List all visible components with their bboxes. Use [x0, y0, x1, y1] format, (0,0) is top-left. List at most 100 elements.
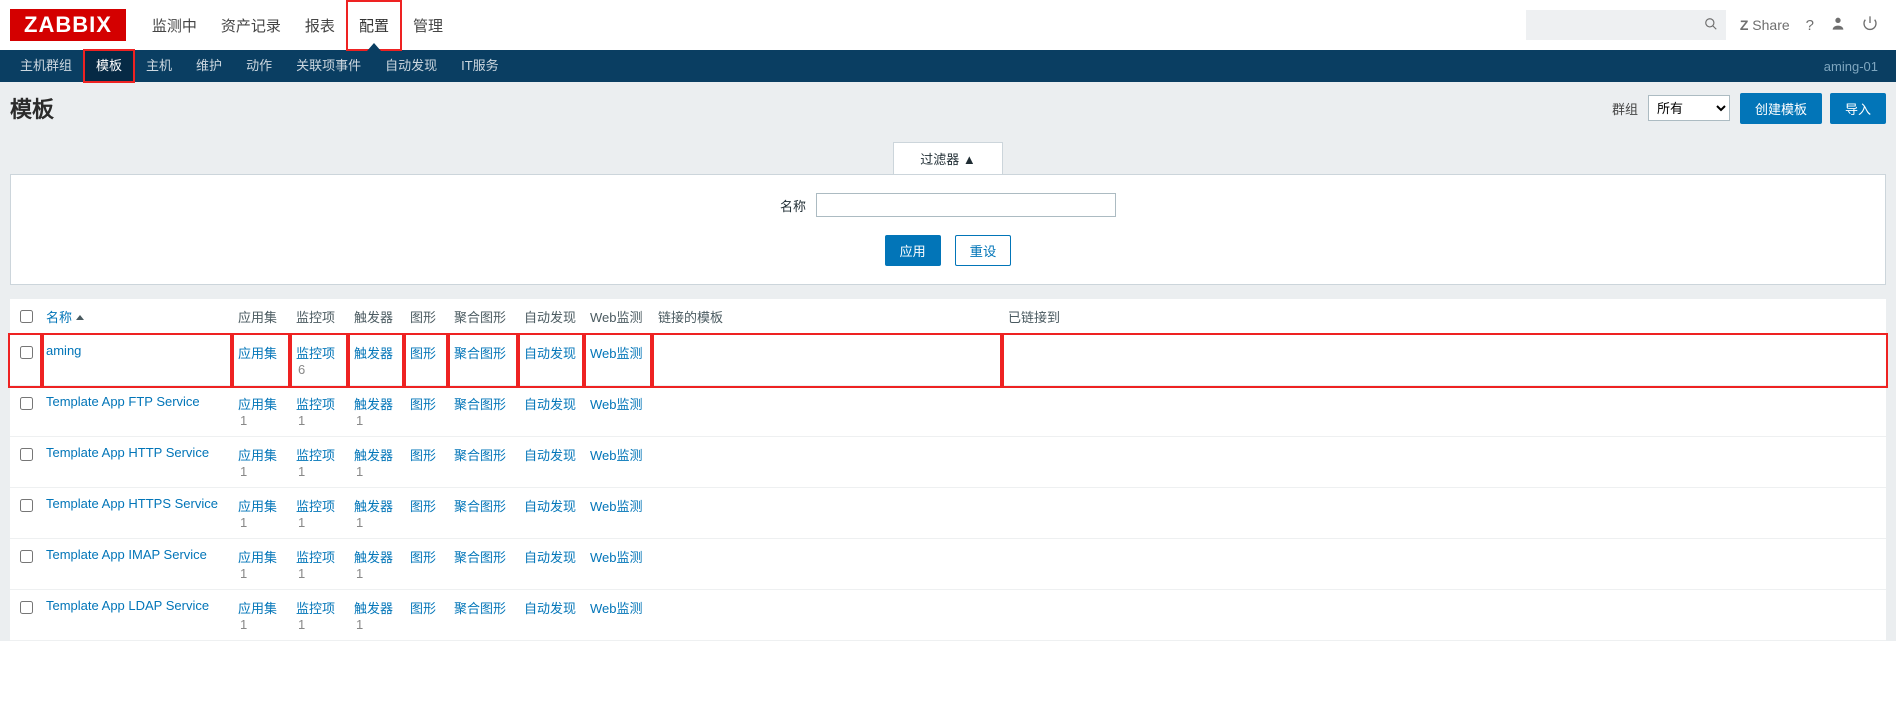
- web-link[interactable]: Web监测: [590, 346, 643, 361]
- web-link[interactable]: Web监测: [590, 499, 643, 514]
- subnav-item[interactable]: 主机群组: [8, 50, 84, 82]
- search-input[interactable]: [1523, 17, 1704, 34]
- col-name[interactable]: 名称: [46, 310, 84, 325]
- triggers-link[interactable]: 触发器: [354, 550, 393, 565]
- subnav-item[interactable]: IT服务: [449, 50, 511, 82]
- screens-link[interactable]: 聚合图形: [454, 397, 506, 412]
- web-link[interactable]: Web监测: [590, 601, 643, 616]
- row-checkbox[interactable]: [20, 499, 33, 512]
- import-button[interactable]: 导入: [1830, 93, 1886, 124]
- apps-link[interactable]: 应用集: [238, 550, 277, 565]
- top-nav: ZABBIX 监测中资产记录报表配置管理 Z Share ?: [0, 0, 1896, 50]
- group-select[interactable]: 所有: [1648, 95, 1730, 121]
- global-search[interactable]: [1526, 10, 1726, 40]
- apps-link[interactable]: 应用集: [238, 601, 277, 616]
- user-icon[interactable]: [1822, 15, 1854, 35]
- web-link[interactable]: Web监测: [590, 448, 643, 463]
- items-link[interactable]: 监控项: [296, 448, 335, 463]
- topnav-item[interactable]: 配置: [347, 1, 401, 50]
- subnav-item[interactable]: 动作: [234, 50, 284, 82]
- subnav-item[interactable]: 维护: [184, 50, 234, 82]
- filter-name-input[interactable]: [816, 193, 1116, 217]
- web-link[interactable]: Web监测: [590, 550, 643, 565]
- templates-table: 名称 应用集 监控项 触发器 图形 聚合图形 自动发现 Web监测 链接的模板 …: [10, 299, 1886, 641]
- screens-link[interactable]: 聚合图形: [454, 601, 506, 616]
- screens-link[interactable]: 聚合图形: [454, 448, 506, 463]
- col-apps: 应用集: [232, 299, 290, 335]
- col-web: Web监测: [584, 299, 652, 335]
- topnav-item[interactable]: 管理: [401, 1, 455, 50]
- row-checkbox[interactable]: [20, 550, 33, 563]
- items-link[interactable]: 监控项: [296, 346, 335, 361]
- topnav-item[interactable]: 资产记录: [209, 1, 293, 50]
- col-graphs: 图形: [404, 299, 448, 335]
- discovery-link[interactable]: 自动发现: [524, 397, 576, 412]
- table-row: Template App FTP Service应用集1监控项1触发器1图形聚合…: [10, 386, 1886, 437]
- filter-reset-button[interactable]: 重设: [955, 235, 1012, 266]
- power-icon[interactable]: [1854, 15, 1886, 35]
- apps-link[interactable]: 应用集: [238, 499, 277, 514]
- select-all-checkbox[interactable]: [20, 310, 33, 323]
- apps-link[interactable]: 应用集: [238, 346, 277, 361]
- table-row: Template App LDAP Service应用集1监控项1触发器1图形聚…: [10, 590, 1886, 641]
- topnav-item[interactable]: 报表: [293, 1, 347, 50]
- filter-apply-button[interactable]: 应用: [885, 235, 941, 266]
- discovery-link[interactable]: 自动发现: [524, 346, 576, 361]
- table-row: Template App IMAP Service应用集1监控项1触发器1图形聚…: [10, 539, 1886, 590]
- graphs-link[interactable]: 图形: [410, 499, 436, 514]
- search-icon[interactable]: [1704, 17, 1718, 34]
- share-link[interactable]: Z Share: [1740, 17, 1790, 33]
- table-header-row: 名称 应用集 监控项 触发器 图形 聚合图形 自动发现 Web监测 链接的模板 …: [10, 299, 1886, 335]
- template-name-link[interactable]: Template App HTTPS Service: [46, 496, 218, 511]
- row-checkbox[interactable]: [20, 346, 33, 359]
- group-filter-label: 群组: [1612, 99, 1638, 118]
- triggers-link[interactable]: 触发器: [354, 601, 393, 616]
- row-checkbox[interactable]: [20, 448, 33, 461]
- create-template-button[interactable]: 创建模板: [1740, 93, 1822, 124]
- items-link[interactable]: 监控项: [296, 550, 335, 565]
- apps-link[interactable]: 应用集: [238, 397, 277, 412]
- triggers-link[interactable]: 触发器: [354, 499, 393, 514]
- items-link[interactable]: 监控项: [296, 397, 335, 412]
- graphs-link[interactable]: 图形: [410, 346, 436, 361]
- subnav-item[interactable]: 主机: [134, 50, 184, 82]
- col-linked: 链接的模板: [652, 299, 1002, 335]
- template-name-link[interactable]: Template App HTTP Service: [46, 445, 209, 460]
- help-icon[interactable]: ?: [1798, 17, 1822, 34]
- template-name-link[interactable]: aming: [46, 343, 81, 358]
- graphs-link[interactable]: 图形: [410, 448, 436, 463]
- discovery-link[interactable]: 自动发现: [524, 601, 576, 616]
- web-link[interactable]: Web监测: [590, 397, 643, 412]
- col-triggers: 触发器: [348, 299, 404, 335]
- subnav-item[interactable]: 关联项事件: [284, 50, 373, 82]
- topnav-item[interactable]: 监测中: [140, 1, 209, 50]
- group-select-input[interactable]: 所有: [1649, 98, 1729, 119]
- screens-link[interactable]: 聚合图形: [454, 346, 506, 361]
- triggers-link[interactable]: 触发器: [354, 397, 393, 412]
- subnav-item[interactable]: 模板: [84, 50, 134, 82]
- filter-tab-row: 过滤器 ▲: [10, 138, 1886, 174]
- screens-link[interactable]: 聚合图形: [454, 550, 506, 565]
- filter-name-label: 名称: [780, 196, 806, 215]
- graphs-link[interactable]: 图形: [410, 550, 436, 565]
- triggers-link[interactable]: 触发器: [354, 346, 393, 361]
- items-link[interactable]: 监控项: [296, 601, 335, 616]
- discovery-link[interactable]: 自动发现: [524, 550, 576, 565]
- template-name-link[interactable]: Template App IMAP Service: [46, 547, 207, 562]
- apps-link[interactable]: 应用集: [238, 448, 277, 463]
- discovery-link[interactable]: 自动发现: [524, 448, 576, 463]
- template-name-link[interactable]: Template App LDAP Service: [46, 598, 209, 613]
- graphs-link[interactable]: 图形: [410, 397, 436, 412]
- row-checkbox[interactable]: [20, 397, 33, 410]
- triggers-link[interactable]: 触发器: [354, 448, 393, 463]
- discovery-link[interactable]: 自动发现: [524, 499, 576, 514]
- row-checkbox[interactable]: [20, 601, 33, 614]
- screens-link[interactable]: 聚合图形: [454, 499, 506, 514]
- items-link[interactable]: 监控项: [296, 499, 335, 514]
- filter-toggle[interactable]: 过滤器 ▲: [893, 142, 1002, 174]
- subnav-item[interactable]: 自动发现: [373, 50, 449, 82]
- graphs-link[interactable]: 图形: [410, 601, 436, 616]
- table-row: Template App HTTP Service应用集1监控项1触发器1图形聚…: [10, 437, 1886, 488]
- template-name-link[interactable]: Template App FTP Service: [46, 394, 200, 409]
- page-header: 模板 群组 所有 创建模板 导入: [0, 82, 1896, 138]
